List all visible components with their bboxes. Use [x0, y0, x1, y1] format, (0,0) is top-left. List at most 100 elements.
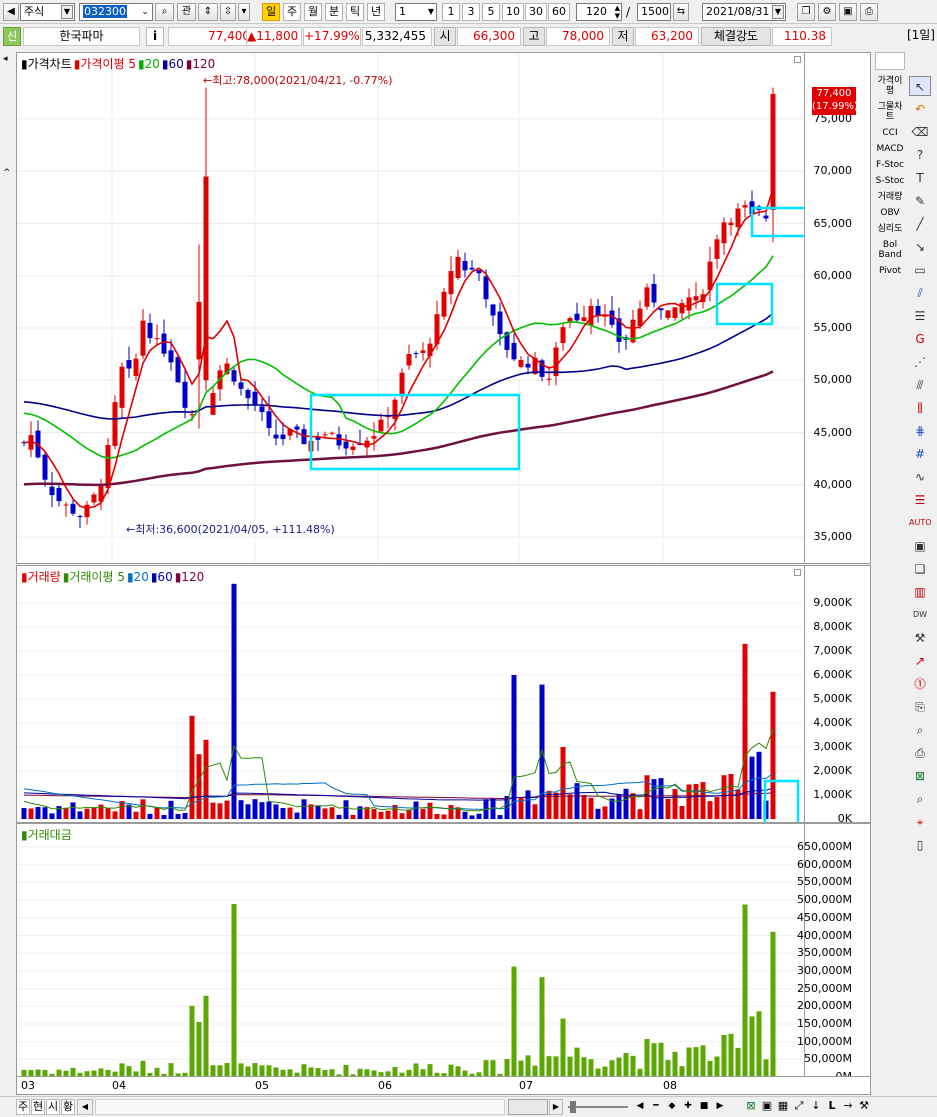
print-button[interactable]: ⎙	[860, 3, 878, 21]
order-tool-icon[interactable]: ⎘	[909, 697, 931, 717]
indicator-menu-item[interactable]: 심리도	[875, 224, 905, 234]
scroll-right-button[interactable]: ▶	[549, 1099, 563, 1115]
interval-30-button[interactable]: 30	[525, 3, 547, 21]
log-scale-icon[interactable]: L	[825, 1099, 839, 1115]
link-button[interactable]: ⇕	[198, 3, 218, 21]
zoom-slider-handle[interactable]	[570, 1101, 576, 1113]
alert-tool-icon[interactable]: ⓵	[909, 674, 931, 694]
trend-line-icon[interactable]: ↘	[909, 237, 931, 257]
zoom-slider[interactable]	[568, 1106, 628, 1108]
fibonacci-icon[interactable]: ⋕	[909, 421, 931, 441]
scrollbar-thumb[interactable]	[508, 1099, 548, 1115]
period-tick-button[interactable]: 틱	[346, 3, 364, 21]
tools-icon[interactable]: ⚒	[857, 1099, 871, 1115]
disk-icon[interactable]: ▣	[760, 1099, 774, 1115]
ruler-tool-icon[interactable]: ☰	[909, 490, 931, 510]
tab-market[interactable]: 시	[46, 1099, 60, 1115]
price-tool-icon[interactable]: ↗	[909, 651, 931, 671]
interval-select[interactable]: 1 ▼	[395, 3, 437, 21]
indicator-menu-item[interactable]: F-Stoc	[875, 160, 905, 170]
collapse-icon[interactable]: ◂	[3, 54, 8, 64]
fan-tool-icon[interactable]: ⋰	[909, 352, 931, 372]
wrench-tool-icon[interactable]: ⚒	[909, 628, 931, 648]
window-tool-icon[interactable]: ▣	[909, 536, 931, 556]
panel-maximize-icon[interactable]	[794, 56, 801, 63]
minus-icon[interactable]: ━	[650, 1099, 662, 1115]
prev-icon[interactable]: ◆	[666, 1099, 678, 1115]
undo-tool-icon[interactable]: ↶	[909, 99, 931, 119]
indicator-menu-item[interactable]: Pivot	[875, 266, 905, 276]
period-day-button[interactable]: 일	[262, 3, 280, 21]
tab-status[interactable]: 황	[61, 1099, 75, 1115]
more-button[interactable]: ▾	[238, 3, 250, 21]
rectangle-tool-icon[interactable]: ▭	[909, 260, 931, 280]
indicator-menu-item[interactable]: OBV	[875, 208, 905, 218]
settings-button[interactable]: ⚙	[818, 3, 836, 21]
market-select[interactable]: 주식 ▼	[20, 3, 75, 21]
interval-1-button[interactable]: 1	[442, 3, 460, 21]
grid-tool-icon[interactable]: DW	[909, 605, 931, 625]
expand-icon[interactable]: ⤢	[792, 1099, 806, 1115]
cycle-tool-icon[interactable]: ⫼	[909, 398, 931, 418]
period-minute-button[interactable]: 분	[325, 3, 343, 21]
prev-stock-button[interactable]: ◀	[3, 3, 19, 21]
indicator-menu-item[interactable]: Bol Band	[875, 240, 905, 260]
interval-60-button[interactable]: 60	[548, 3, 570, 21]
copy-tool-icon[interactable]: ❏	[909, 559, 931, 579]
text-tool-icon[interactable]: T	[909, 168, 931, 188]
zoom-tool-icon[interactable]: ⌕	[909, 789, 931, 809]
analyze-tool-icon[interactable]: ⌕	[909, 720, 931, 740]
indicator-menu-item[interactable]: 가격이평	[875, 76, 905, 96]
excel-tool-icon[interactable]: ⊠	[909, 766, 931, 786]
interval-3-button[interactable]: 3	[462, 3, 480, 21]
indicator-menu-item[interactable]: 거래량	[875, 192, 905, 202]
wave-tool-icon[interactable]: ∿	[909, 467, 931, 487]
period-week-button[interactable]: 주	[283, 3, 301, 21]
pencil-tool-icon[interactable]: ✎	[909, 191, 931, 211]
sync-button[interactable]: ⇆	[673, 3, 689, 21]
line-tool-icon[interactable]: ╱	[909, 214, 931, 234]
info-button[interactable]: i	[146, 27, 164, 46]
cursor-tool-icon[interactable]: ↖	[909, 76, 931, 96]
plus-icon[interactable]: ✚	[682, 1099, 694, 1115]
volume-chart-panel[interactable]: ▮거래량 ▮거래이평 5 ▮20 ▮60 ▮120 9,000K 8,000K 7,000K…	[16, 565, 871, 823]
help-tool-icon[interactable]: ?	[909, 145, 931, 165]
date-picker[interactable]: 2021/08/31 ▼	[702, 3, 786, 21]
clear-tool-icon[interactable]: ▯	[909, 835, 931, 855]
panel-maximize-icon[interactable]	[794, 569, 801, 576]
spin-button[interactable]: ⇳	[220, 3, 236, 21]
scroll-left-button[interactable]: ◀	[77, 1099, 93, 1115]
first-icon[interactable]: ◀	[634, 1099, 646, 1115]
scroll-up-icon[interactable]: ^	[3, 168, 11, 178]
excel-icon[interactable]: ⊠	[744, 1099, 758, 1115]
eraser-tool-icon[interactable]: ⌫	[909, 122, 931, 142]
tab-current[interactable]: 현	[31, 1099, 45, 1115]
tab-stock[interactable]: 주	[16, 1099, 30, 1115]
indicator-menu-item[interactable]: S-Stoc	[875, 176, 905, 186]
report-tool-icon[interactable]: ⎙	[909, 743, 931, 763]
speed-line-icon[interactable]: ⫻	[909, 375, 931, 395]
period-year-button[interactable]: 년	[367, 3, 385, 21]
favorite-button[interactable]: 관	[177, 3, 196, 21]
save-button[interactable]: ▣	[839, 3, 857, 21]
grid-icon[interactable]: ▦	[776, 1099, 790, 1115]
price-chart-panel[interactable]: ▮가격차트 ▮가격이평 5 ▮20 ▮60 ▮120 75,000 70,000 65,00…	[16, 52, 871, 564]
pattern-icon[interactable]: #	[909, 444, 931, 464]
auto-trend-icon[interactable]: AUTO	[909, 513, 932, 533]
stock-code-input[interactable]: 032300 ⌄	[79, 3, 153, 21]
channel-tool-icon[interactable]: ⫽	[909, 283, 931, 303]
interval-5-button[interactable]: 5	[482, 3, 500, 21]
stop-icon[interactable]: ■	[698, 1099, 710, 1115]
parallel-line-icon[interactable]: ☰	[909, 306, 931, 326]
amount-chart-panel[interactable]: ▮거래대금 650,000M 600,000M 550,000M 500,000M 45…	[16, 823, 871, 1077]
play-icon[interactable]: ▶	[714, 1099, 726, 1115]
down-arrow-icon[interactable]: ↓	[809, 1099, 823, 1115]
interval-10-button[interactable]: 10	[502, 3, 524, 21]
horizontal-scrollbar[interactable]	[95, 1099, 505, 1115]
arrow-right-icon[interactable]: →	[841, 1099, 855, 1115]
crosshair-tool-icon[interactable]: ⌖	[909, 812, 931, 832]
period-month-button[interactable]: 월	[304, 3, 322, 21]
search-button[interactable]: ⌕	[155, 3, 174, 21]
gann-line-icon[interactable]: G	[909, 329, 931, 349]
bar-chart-tool-icon[interactable]: ▥	[909, 582, 931, 602]
